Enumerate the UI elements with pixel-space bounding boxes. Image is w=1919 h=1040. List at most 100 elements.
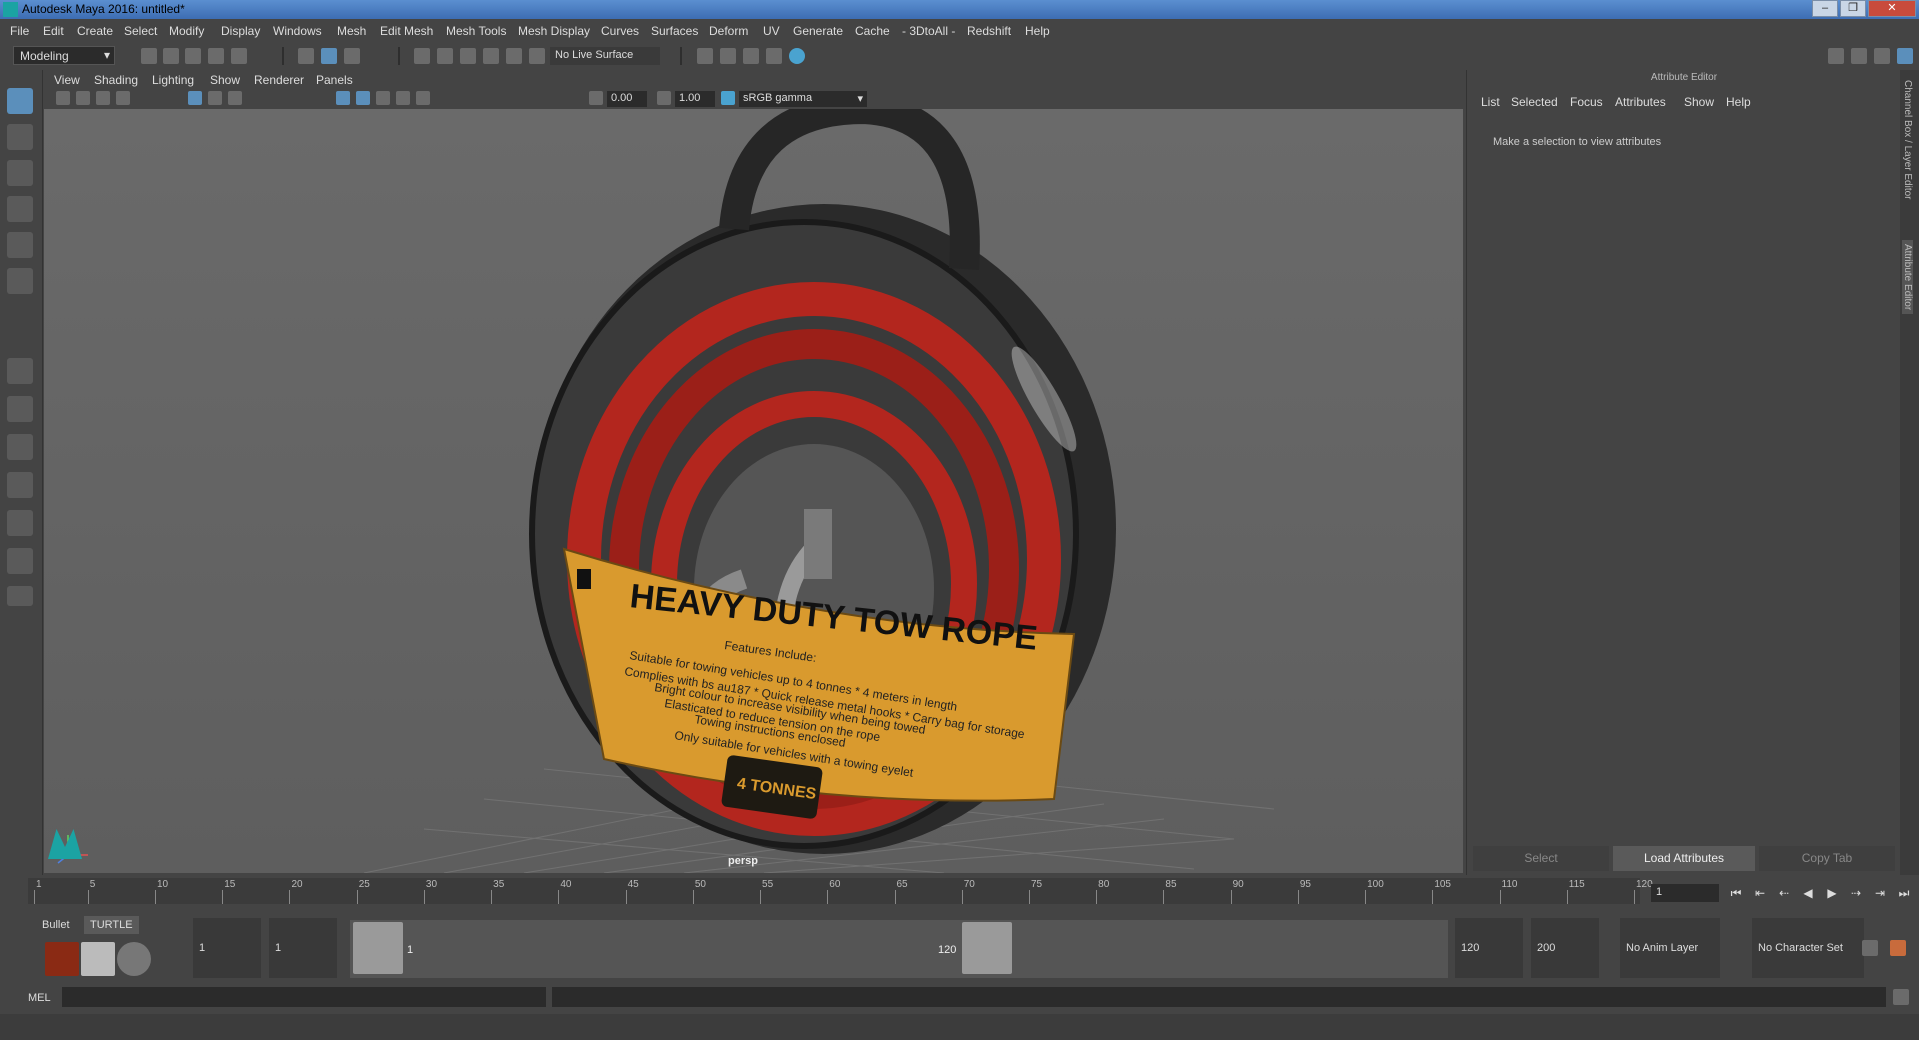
range-end-handle[interactable] xyxy=(962,922,1012,974)
menu-cache[interactable]: Cache xyxy=(855,24,890,38)
range-bar[interactable]: 1 120 xyxy=(350,920,1448,978)
exposure-field[interactable]: 0.00 xyxy=(607,91,647,107)
layout-icon[interactable] xyxy=(1851,48,1867,64)
shelf-tab-turtle[interactable]: TURTLE xyxy=(84,916,139,934)
time-slider[interactable]: 1 5 10 15 20 25 30 35 40 45 50 55 60 65 70 75 80 85 90 95 10… xyxy=(0,876,1919,908)
hypershade-icon[interactable] xyxy=(789,48,805,64)
viewport-menu-panels[interactable]: Panels xyxy=(316,73,353,87)
step-back-frame-icon[interactable]: ⇠ xyxy=(1777,886,1791,900)
menu-windows[interactable]: Windows xyxy=(273,24,322,38)
menu-edit-mesh[interactable]: Edit Mesh xyxy=(380,24,433,38)
viewport-persp[interactable]: HEAVY DUTY TOW ROPE Features Include: Su… xyxy=(44,109,1463,873)
render-view-icon[interactable] xyxy=(766,48,782,64)
menu-file[interactable]: File xyxy=(10,24,29,38)
menu-mesh-display[interactable]: Mesh Display xyxy=(518,24,590,38)
gamma-field[interactable]: 1.00 xyxy=(675,91,715,107)
menu-3dtoall[interactable]: - 3DtoAll - xyxy=(902,24,955,38)
script-editor-icon[interactable] xyxy=(1893,989,1909,1005)
attr-menu-focus[interactable]: Focus xyxy=(1570,95,1603,109)
end-time-field[interactable]: 200 xyxy=(1531,918,1599,978)
move-tool-icon[interactable] xyxy=(7,196,33,222)
persp-hypershade-icon[interactable] xyxy=(7,510,33,536)
rotate-tool-icon[interactable] xyxy=(7,232,33,258)
menu-select[interactable]: Select xyxy=(124,24,157,38)
snap-grid-icon[interactable] xyxy=(414,48,430,64)
menu-mesh[interactable]: Mesh xyxy=(337,24,366,38)
render-frame-icon[interactable] xyxy=(720,48,736,64)
attr-menu-show[interactable]: Show xyxy=(1684,95,1714,109)
snap-surface-icon[interactable] xyxy=(506,48,522,64)
attr-menu-selected[interactable]: Selected xyxy=(1511,95,1558,109)
preferences-icon[interactable] xyxy=(1890,940,1906,956)
resolution-gate-icon[interactable] xyxy=(228,91,242,105)
menu-modify[interactable]: Modify xyxy=(169,24,204,38)
menu-create[interactable]: Create xyxy=(77,24,113,38)
playback-end-field[interactable]: 120 xyxy=(1455,918,1523,978)
tab-attribute-editor[interactable]: Attribute Editor xyxy=(1902,240,1913,315)
image-plane-icon[interactable] xyxy=(116,91,130,105)
sphere-icon[interactable] xyxy=(117,942,151,976)
minimize-button[interactable]: – xyxy=(1812,0,1838,17)
playback-start-field[interactable]: 1 xyxy=(269,918,337,978)
go-to-start-icon[interactable]: ⏮ xyxy=(1729,886,1743,900)
viewport-menu-show[interactable]: Show xyxy=(210,73,240,87)
persp-uv-icon[interactable] xyxy=(7,548,33,574)
save-scene-icon[interactable] xyxy=(185,48,201,64)
snap-point-icon[interactable] xyxy=(460,48,476,64)
menu-display[interactable]: Display xyxy=(221,24,260,38)
persp-outliner-icon[interactable] xyxy=(7,434,33,460)
open-scene-icon[interactable] xyxy=(163,48,179,64)
persp-graph-icon[interactable] xyxy=(7,472,33,498)
live-surface-field[interactable]: No Live Surface xyxy=(550,47,660,65)
time-ruler[interactable]: 1 5 10 15 20 25 30 35 40 45 50 55 60 65 70 75 80 85 90 95 10… xyxy=(28,878,1653,904)
play-forward-icon[interactable]: ▶ xyxy=(1825,886,1839,900)
go-to-end-icon[interactable]: ⏭ xyxy=(1897,886,1911,900)
layout-more-icon[interactable] xyxy=(7,586,33,606)
attribute-editor-toggle-icon[interactable] xyxy=(1897,48,1913,64)
paint-select-tool-icon[interactable] xyxy=(7,160,33,186)
copy-tab-button[interactable]: Copy Tab xyxy=(1759,846,1895,871)
ipr-render-icon[interactable] xyxy=(743,48,759,64)
render-settings-icon[interactable] xyxy=(697,48,713,64)
bookmark-icon[interactable] xyxy=(96,91,110,105)
maximize-button[interactable]: ❐ xyxy=(1840,0,1866,17)
smooth-shade-icon[interactable] xyxy=(356,91,370,105)
step-forward-frame-icon[interactable]: ⇢ xyxy=(1849,886,1863,900)
textured-icon[interactable] xyxy=(376,91,390,105)
outliner-icon[interactable] xyxy=(1874,48,1890,64)
step-back-key-icon[interactable]: ⇤ xyxy=(1753,886,1767,900)
command-input[interactable] xyxy=(62,987,546,1007)
viewport-menu-renderer[interactable]: Renderer xyxy=(254,73,304,87)
select-button[interactable]: Select xyxy=(1473,846,1609,871)
undo-icon[interactable] xyxy=(208,48,224,64)
menu-redshift[interactable]: Redshift xyxy=(967,24,1011,38)
menu-deform[interactable]: Deform xyxy=(709,24,748,38)
lights-icon[interactable] xyxy=(396,91,410,105)
workspace-icon[interactable] xyxy=(1828,48,1844,64)
magnet-icon[interactable] xyxy=(529,48,545,64)
select-object-icon[interactable] xyxy=(321,48,337,64)
redo-icon[interactable] xyxy=(231,48,247,64)
auto-key-icon[interactable] xyxy=(1862,940,1878,956)
select-tool-icon[interactable] xyxy=(7,88,33,114)
start-time-field[interactable]: 1 xyxy=(193,918,261,978)
step-forward-key-icon[interactable]: ⇥ xyxy=(1873,886,1887,900)
shelf-tab-bullet[interactable]: Bullet xyxy=(36,916,76,934)
range-start-handle[interactable] xyxy=(353,922,403,974)
viewport-menu-lighting[interactable]: Lighting xyxy=(152,73,194,87)
color-space-dropdown[interactable]: sRGB gamma ▾ xyxy=(739,91,867,107)
exposure-icon[interactable] xyxy=(589,91,603,105)
camera-icon[interactable] xyxy=(56,91,70,105)
snap-view-icon[interactable] xyxy=(483,48,499,64)
wireframe-icon[interactable] xyxy=(336,91,350,105)
select-component-icon[interactable] xyxy=(344,48,360,64)
close-button[interactable]: ✕ xyxy=(1868,0,1916,17)
menu-surfaces[interactable]: Surfaces xyxy=(651,24,698,38)
lasso-tool-icon[interactable] xyxy=(7,124,33,150)
bullet-solver-icon[interactable] xyxy=(45,942,79,976)
film-gate-icon[interactable] xyxy=(208,91,222,105)
tab-channel-box[interactable]: Channel Box / Layer Editor xyxy=(1902,80,1913,200)
bake-icon[interactable] xyxy=(81,942,115,976)
mode-selector[interactable]: Modeling ▾ xyxy=(13,46,115,65)
load-attributes-button[interactable]: Load Attributes xyxy=(1613,846,1755,871)
